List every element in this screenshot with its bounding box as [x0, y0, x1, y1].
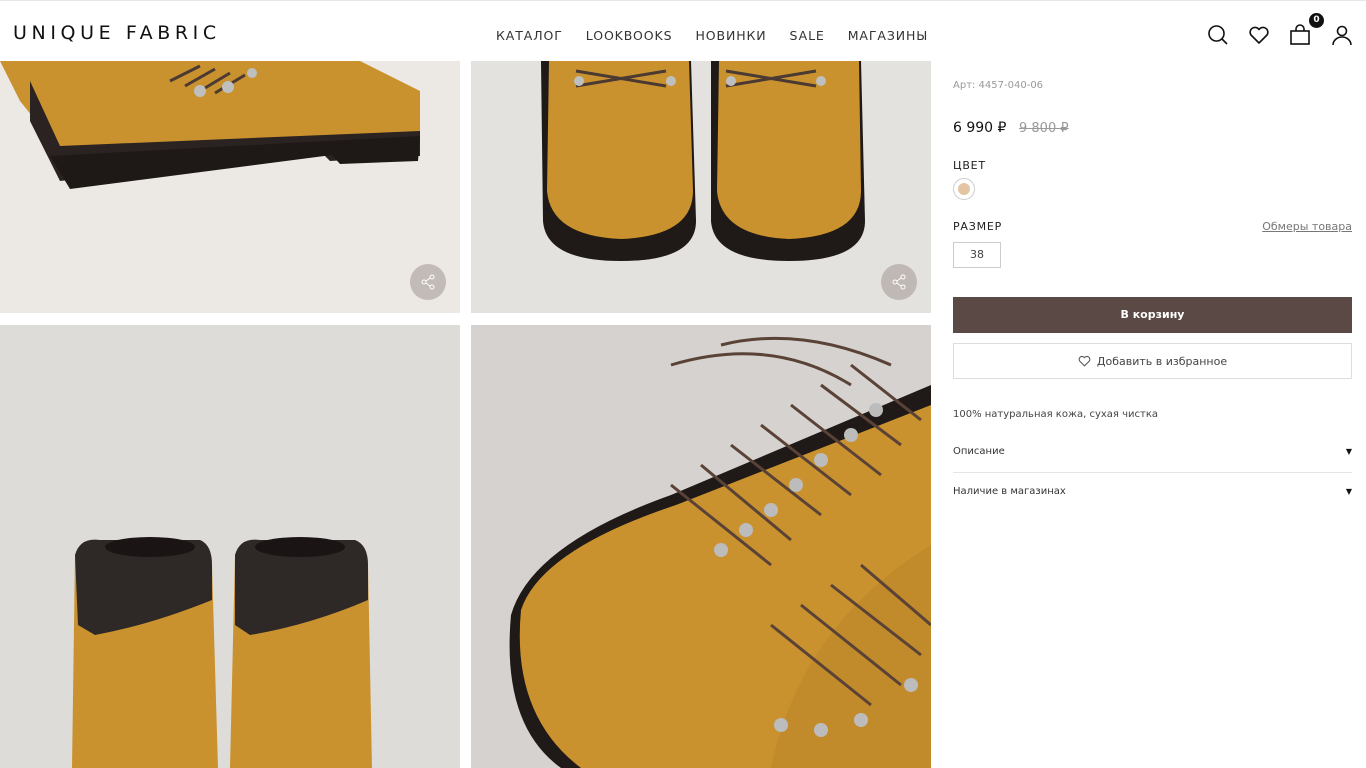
search-icon[interactable] [1206, 23, 1230, 47]
measurements-link[interactable]: Обмеры товара [1262, 220, 1352, 233]
product-info-panel: Арт: 4457-040-06 6 990 ₽ 9 800 ₽ ЦВЕТ РА… [953, 0, 1352, 768]
size-label: РАЗМЕР [953, 220, 1003, 233]
heart-icon [1078, 355, 1091, 367]
accordion-description[interactable]: Описание ▼ [953, 432, 1352, 472]
share-button[interactable] [410, 264, 446, 300]
heart-icon[interactable] [1247, 23, 1271, 47]
header-icons [0, 23, 1366, 51]
product-photo-1[interactable] [0, 61, 460, 313]
cart-count-badge: 0 [1309, 13, 1324, 28]
add-to-favorites-button[interactable]: Добавить в избранное [953, 343, 1352, 379]
article-number: Арт: 4457-040-06 [953, 80, 1044, 91]
chevron-down-icon: ▼ [1345, 447, 1352, 456]
product-photo-2[interactable] [471, 61, 931, 313]
site-header: UNIQUE FABRIC КАТАЛОГ LOOKBOOKS НОВИНКИ … [0, 0, 1366, 61]
size-option[interactable]: 38 [953, 242, 1001, 268]
accordion-description-label: Описание [953, 446, 1005, 457]
old-price: 9 800 ₽ [1019, 121, 1069, 136]
add-to-cart-button[interactable]: В корзину [953, 297, 1352, 333]
current-price: 6 990 ₽ [953, 120, 1007, 136]
material-info: 100% натуральная кожа, сухая чистка [953, 409, 1159, 420]
share-icon [421, 274, 435, 290]
share-icon [892, 274, 906, 290]
user-icon[interactable] [1330, 23, 1354, 47]
chevron-down-icon: ▼ [1345, 487, 1352, 496]
product-photo-3[interactable] [0, 325, 460, 768]
bag-icon[interactable] [1288, 23, 1312, 47]
share-button[interactable] [881, 264, 917, 300]
accordion-availability-label: Наличие в магазинах [953, 486, 1066, 497]
color-swatch-fill [958, 183, 970, 195]
color-label: ЦВЕТ [953, 159, 986, 172]
product-photo-4[interactable] [471, 325, 931, 768]
accordion-availability[interactable]: Наличие в магазинах ▼ [953, 472, 1352, 512]
add-to-favorites-label: Добавить в избранное [1096, 354, 1228, 368]
color-swatch[interactable] [953, 178, 975, 200]
